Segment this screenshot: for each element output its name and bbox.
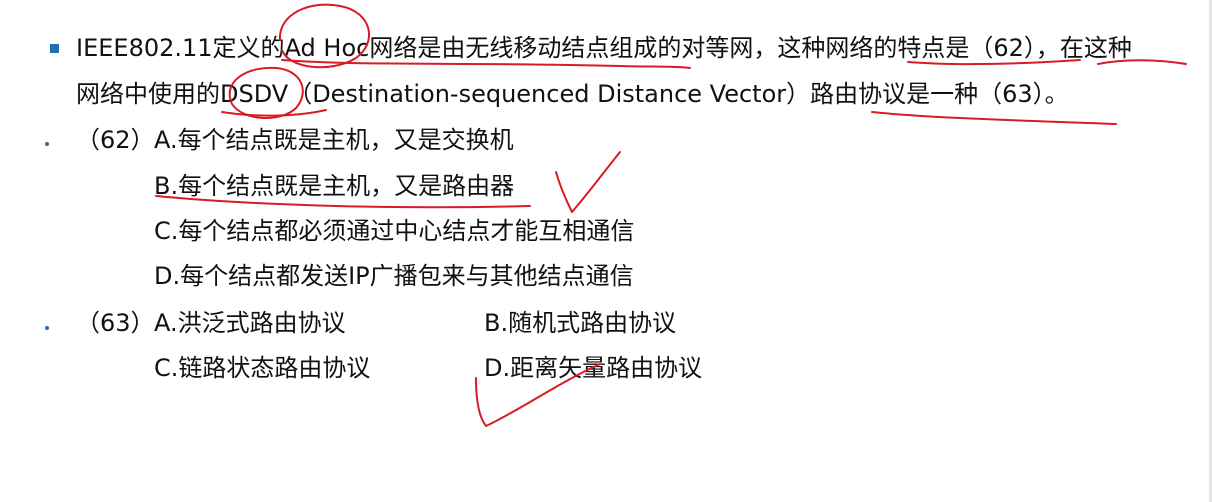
q63-number: （63） (76, 309, 155, 337)
dot-bullet-icon (45, 326, 49, 330)
q62-option-d: D.每个结点都发送IP广播包来与其他结点通信 (154, 262, 634, 290)
q63-option-d: D.距离矢量路由协议 (484, 354, 703, 382)
q62-number: （62） (76, 126, 155, 154)
stem-underline-63 (871, 111, 1117, 125)
dsdv-underline (221, 109, 327, 117)
q62-option-c: C.每个结点都必须通过中心结点才能互相通信 (154, 217, 635, 245)
square-bullet-icon (50, 44, 59, 53)
dot-bullet-icon (45, 142, 49, 146)
q62-option-a: A.每个结点既是主机，又是交换机 (154, 126, 514, 154)
q63-option-b: B.随机式路由协议 (484, 309, 677, 337)
handwritten-annotations (155, 3, 1187, 427)
q62-check-icon (555, 151, 621, 213)
slide: IEEE802.11定义的Ad Hoc网络是由无线移动结点组成的对等网，这种网络… (0, 0, 1212, 502)
question-stem-line-1: IEEE802.11定义的Ad Hoc网络是由无线移动结点组成的对等网，这种网络… (76, 34, 1132, 62)
q63-option-c: C.链路状态路由协议 (154, 354, 371, 382)
q62-option-b: B.每个结点既是主机，又是路由器 (154, 172, 515, 200)
question-stem-line-2: 网络中使用的DSDV（Destination-sequenced Distanc… (76, 80, 1069, 108)
q63-option-a: A.洪泛式路由协议 (154, 309, 346, 337)
